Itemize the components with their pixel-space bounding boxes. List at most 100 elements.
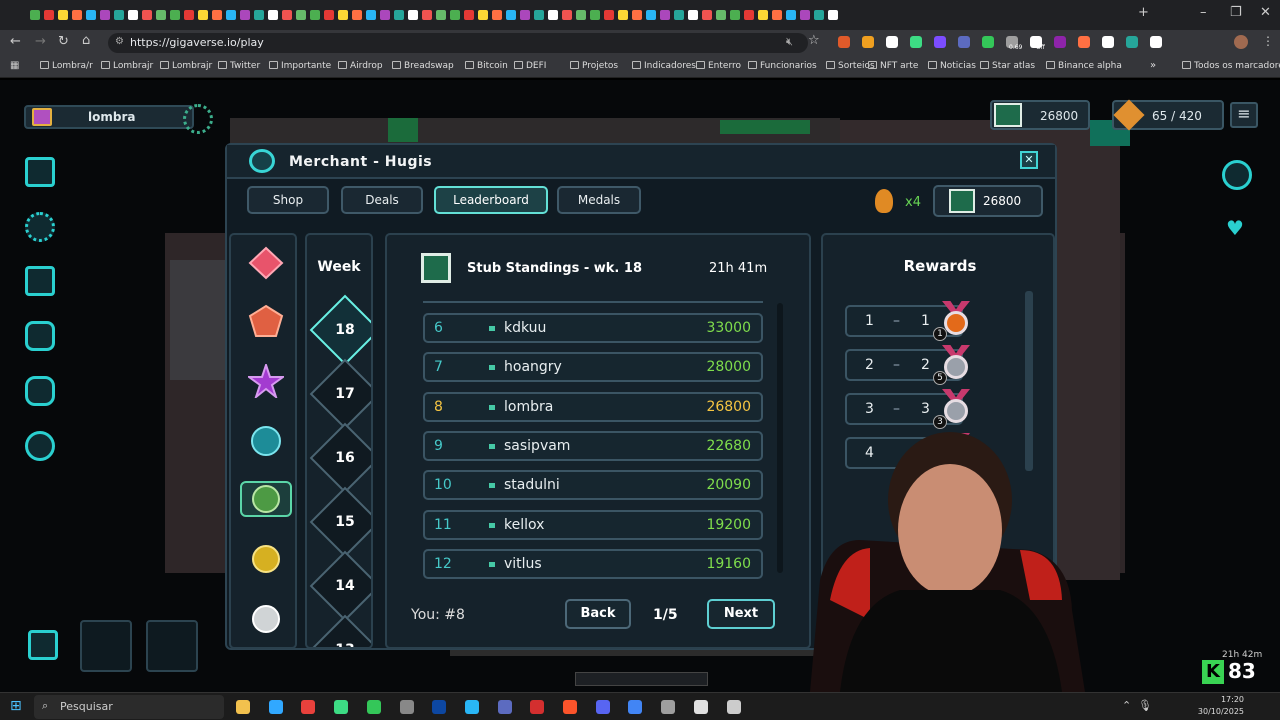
extension-icon[interactable]: [934, 36, 946, 48]
tab-favicon[interactable]: [170, 10, 180, 20]
tab-favicon[interactable]: [156, 10, 166, 20]
bookmark-item[interactable]: Noticias: [928, 61, 976, 71]
bookmark-item[interactable]: DEFI: [514, 61, 546, 71]
tab-favicon[interactable]: [576, 10, 586, 20]
tab-favicon[interactable]: [450, 10, 460, 20]
tab-favicon[interactable]: [394, 10, 404, 20]
category-purple-star-icon[interactable]: [240, 363, 292, 399]
extension-icon[interactable]: [1102, 36, 1114, 48]
tab-favicon[interactable]: [310, 10, 320, 20]
table-row[interactable]: 12 vitlus 19160: [423, 548, 763, 579]
extension-icon[interactable]: [886, 36, 898, 48]
tab-favicon[interactable]: [100, 10, 110, 20]
category-white-icon[interactable]: [240, 601, 292, 637]
taskbar-app-icon[interactable]: [301, 700, 316, 714]
tab-leaderboard[interactable]: Leaderboard: [434, 186, 548, 214]
tab-favicon[interactable]: [618, 10, 628, 20]
taskbar-app-icon[interactable]: [530, 700, 545, 714]
taskbar-app-icon[interactable]: [366, 700, 381, 714]
bookmark-item[interactable]: Bitcoin: [465, 61, 508, 71]
bookmark-item[interactable]: Airdrop: [338, 61, 383, 71]
week-18-label[interactable]: 18: [320, 305, 370, 355]
bookmark-item[interactable]: NFT arte: [868, 61, 918, 71]
potion-slot-1[interactable]: [80, 620, 132, 672]
taskbar-app-icon[interactable]: [334, 700, 349, 714]
minimize-button[interactable]: –: [1200, 5, 1207, 20]
taskbar-app-icon[interactable]: [563, 700, 577, 714]
social-icon[interactable]: [1222, 160, 1252, 190]
reload-icon[interactable]: ↻: [58, 34, 69, 49]
tab-favicon[interactable]: [632, 10, 642, 20]
tab-favicon[interactable]: [786, 10, 796, 20]
companion-icon[interactable]: [183, 104, 213, 134]
bookmark-star-icon[interactable]: ☆: [808, 33, 820, 48]
taskbar-app-icon[interactable]: [726, 700, 741, 714]
tab-favicon[interactable]: [226, 10, 236, 20]
bookmark-item[interactable]: Importante: [269, 61, 331, 71]
table-row[interactable]: 9 sasipvam 22680: [423, 430, 763, 461]
favorite-heart-icon[interactable]: ♥: [1226, 216, 1244, 240]
tab-favicon[interactable]: [86, 10, 96, 20]
table-row[interactable]: 7 hoangry 28000: [423, 352, 763, 383]
next-button[interactable]: Next: [707, 599, 775, 629]
taskbar-app-icon[interactable]: [236, 700, 250, 714]
tab-favicon[interactable]: [380, 10, 390, 20]
tab-favicon[interactable]: [828, 10, 838, 20]
week-17-label[interactable]: 17: [320, 369, 370, 419]
tab-favicon[interactable]: [282, 10, 292, 20]
tab-favicon[interactable]: [422, 10, 432, 20]
tab-favicon[interactable]: [142, 10, 152, 20]
windows-start-icon[interactable]: ⊞: [10, 698, 22, 714]
bookmark-item[interactable]: Funcionarios: [748, 61, 817, 71]
tab-favicon[interactable]: [702, 10, 712, 20]
category-green-icon-selected[interactable]: [240, 481, 292, 517]
table-row[interactable]: 11 kellox 19200: [423, 509, 763, 540]
fist-icon[interactable]: [25, 321, 55, 351]
tab-favicon[interactable]: [58, 10, 68, 20]
home-icon[interactable]: ⌂: [82, 33, 90, 48]
tab-favicon[interactable]: [590, 10, 600, 20]
week-14-label[interactable]: 14: [320, 561, 370, 611]
back-button[interactable]: Back: [565, 599, 631, 629]
mic-icon[interactable]: 🎙︎: [1138, 699, 1152, 712]
bookmark-item[interactable]: Projetos: [570, 61, 618, 71]
taskbar-app-icon[interactable]: [628, 700, 643, 714]
tab-favicon[interactable]: [366, 10, 376, 20]
reward-row[interactable]: 2–2 5: [845, 345, 970, 385]
forward-icon[interactable]: →: [35, 34, 46, 49]
tab-favicon[interactable]: [604, 10, 614, 20]
table-row[interactable]: 10 stadulni 20090: [423, 470, 763, 501]
extension-icon[interactable]: [982, 36, 994, 48]
site-info-icon[interactable]: ⚙: [115, 36, 124, 47]
table-row[interactable]: 6 kdkuu 33000: [423, 313, 763, 343]
portal-icon[interactable]: [25, 431, 55, 461]
tab-favicon[interactable]: [114, 10, 124, 20]
tab-favicon[interactable]: [534, 10, 544, 20]
potion-slot-2[interactable]: [146, 620, 198, 672]
backpack-icon[interactable]: [25, 157, 55, 187]
tab-favicon[interactable]: [548, 10, 558, 20]
week-15-label[interactable]: 15: [320, 497, 370, 547]
bookmark-item[interactable]: Indicadores: [632, 61, 696, 71]
close-icon[interactable]: ✕: [1020, 151, 1038, 169]
profile-avatar[interactable]: [1234, 35, 1248, 49]
reward-row[interactable]: 3–3 3: [845, 389, 970, 429]
tab-favicon[interactable]: [184, 10, 194, 20]
extension-icon[interactable]: [1078, 36, 1090, 48]
category-teal-gear-icon[interactable]: [240, 423, 292, 459]
taskbar-app-icon[interactable]: [432, 700, 447, 714]
taskbar-search[interactable]: ⌕ Pesquisar: [34, 695, 224, 719]
standings-scrollbar[interactable]: [777, 303, 783, 573]
more-bookmarks-icon[interactable]: »: [1150, 60, 1156, 71]
extension-icon[interactable]: [1054, 36, 1066, 48]
tab-favicon[interactable]: [730, 10, 740, 20]
player-name-plate[interactable]: lombra: [24, 105, 194, 129]
table-row[interactable]: 8 lombra 26800: [423, 391, 763, 422]
maximize-button[interactable]: ❐: [1230, 5, 1242, 20]
extension-icon[interactable]: [958, 36, 970, 48]
tab-favicon[interactable]: [212, 10, 222, 20]
main-menu-icon[interactable]: ≡: [1230, 102, 1258, 128]
extension-icon[interactable]: [910, 36, 922, 48]
tab-deals[interactable]: Deals: [341, 186, 423, 214]
tab-medals[interactable]: Medals: [557, 186, 641, 214]
